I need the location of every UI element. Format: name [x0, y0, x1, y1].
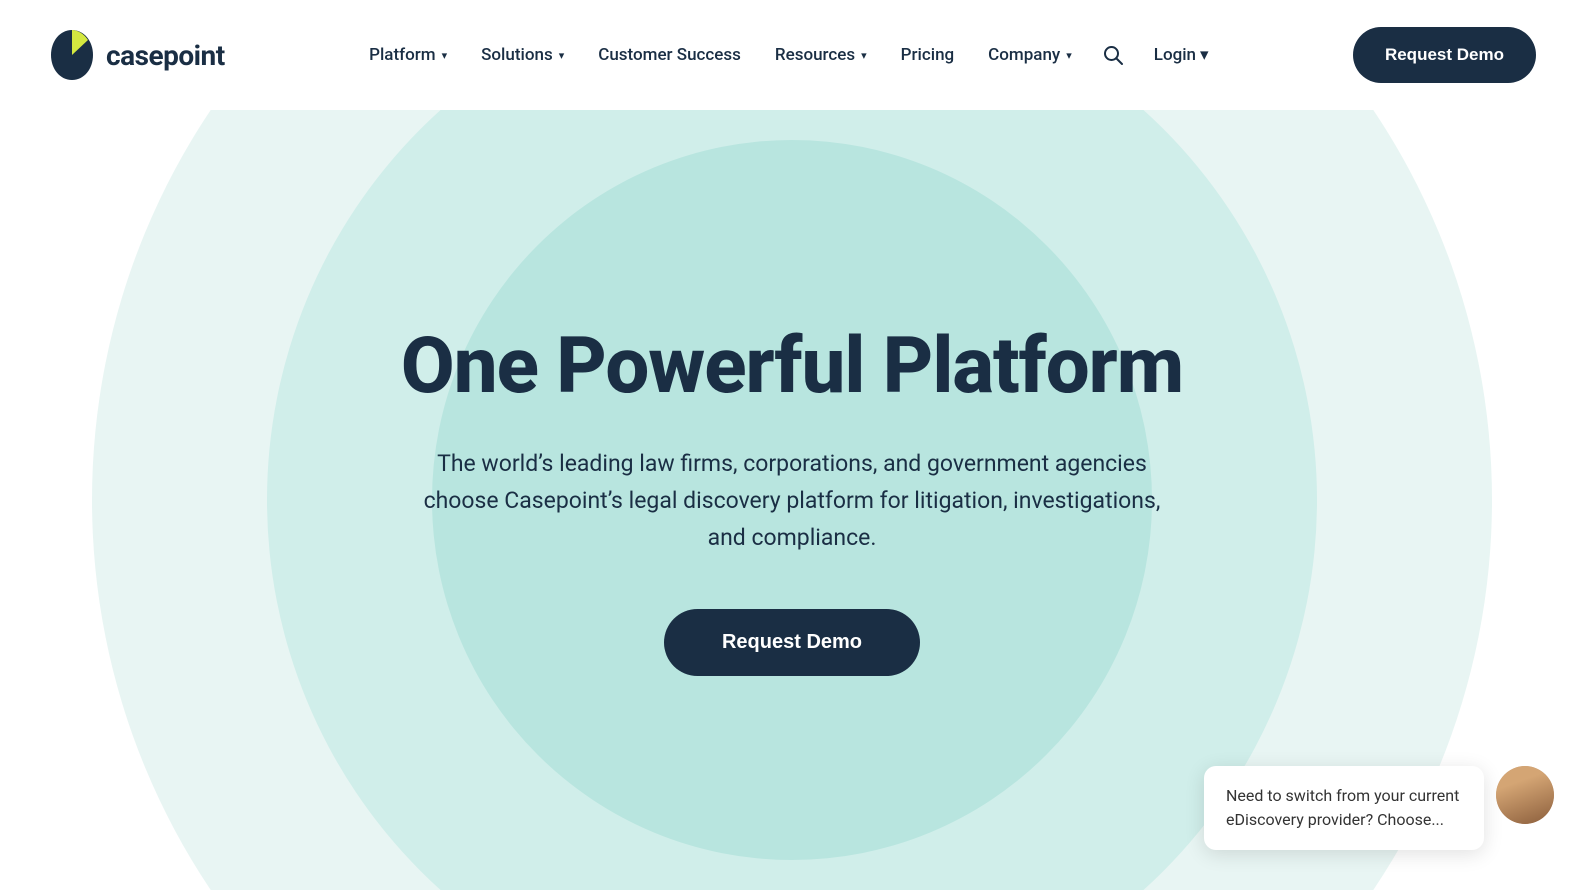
chat-bubble[interactable]: Need to switch from your current eDiscov… — [1204, 766, 1484, 850]
request-demo-hero-button[interactable]: Request Demo — [664, 609, 920, 676]
chat-avatar[interactable] — [1496, 766, 1554, 824]
header: casepoint Platform ▾ Solutions ▾ Custome… — [0, 0, 1584, 110]
chevron-down-icon: ▾ — [559, 49, 565, 62]
hero-content: One Powerful Platform The world’s leadin… — [361, 324, 1223, 675]
chat-message: Need to switch from your current eDiscov… — [1226, 786, 1459, 829]
hero-subtitle: The world’s leading law firms, corporati… — [402, 446, 1182, 556]
chevron-down-icon: ▾ — [1066, 49, 1072, 62]
logo-icon — [48, 28, 96, 83]
search-button[interactable] — [1092, 36, 1134, 74]
logo-text: casepoint — [106, 39, 225, 72]
login-button[interactable]: Login ▾ — [1140, 37, 1223, 73]
chevron-down-icon: ▾ — [861, 49, 867, 62]
chat-widget: Need to switch from your current eDiscov… — [1204, 766, 1554, 850]
main-nav: Platform ▾ Solutions ▾ Customer Success … — [355, 36, 1222, 74]
request-demo-header-button[interactable]: Request Demo — [1353, 27, 1536, 83]
logo[interactable]: casepoint — [48, 28, 225, 83]
nav-item-solutions[interactable]: Solutions ▾ — [467, 37, 578, 73]
chevron-down-icon: ▾ — [1200, 45, 1209, 65]
search-icon — [1102, 44, 1124, 66]
hero-title: One Powerful Platform — [401, 324, 1183, 410]
nav-item-pricing[interactable]: Pricing — [887, 37, 969, 73]
nav-item-resources[interactable]: Resources ▾ — [761, 37, 881, 73]
chevron-down-icon: ▾ — [442, 49, 448, 62]
nav-item-company[interactable]: Company ▾ — [974, 37, 1086, 73]
nav-item-customer-success[interactable]: Customer Success — [584, 37, 755, 73]
nav-item-platform[interactable]: Platform ▾ — [355, 37, 461, 73]
chat-avatar-image — [1496, 766, 1554, 824]
